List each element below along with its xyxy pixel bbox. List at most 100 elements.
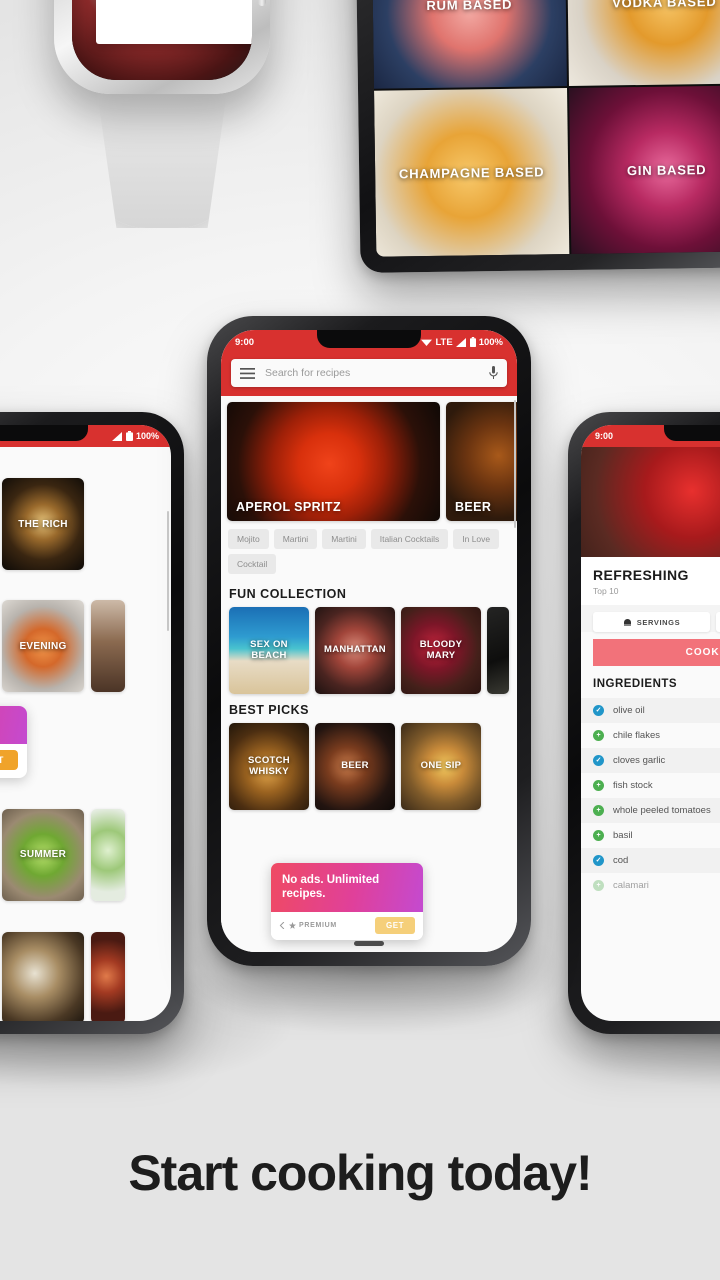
left-scrollbar[interactable] (167, 511, 169, 631)
ingredient-name: calamari (613, 880, 649, 891)
collection-tile-label: MANHATTAN (324, 644, 386, 656)
ingredient-row[interactable]: + basil (581, 823, 720, 848)
home-indicator (354, 941, 384, 946)
ingredient-row[interactable]: ✓ cloves garlic (581, 748, 720, 773)
watch-difficulty-card[interactable]: Medium (96, 0, 252, 44)
left-promo-text: nlimited (0, 706, 27, 744)
tablet-category-cell[interactable]: CHAMPAGNE BASED (374, 88, 570, 257)
check-icon[interactable]: ✓ (593, 755, 604, 766)
ingredient-row[interactable]: + whole peeled tomatoes (581, 798, 720, 823)
get-premium-button[interactable]: GET (375, 917, 415, 934)
ingredient-row[interactable]: ✓ olive oil (581, 698, 720, 723)
collection-tile[interactable] (487, 607, 509, 694)
left-tile[interactable] (2, 931, 84, 1021)
tag-chip[interactable]: Italian Cocktails (370, 529, 449, 549)
collection-tile[interactable]: BEER (315, 723, 395, 810)
search-area: Search for recipes (221, 354, 517, 396)
search-input[interactable]: Search for recipes (265, 367, 479, 379)
hero-card[interactable]: BEER (446, 402, 517, 521)
collection-tile[interactable]: BLOODY MARY (401, 607, 481, 694)
ingredient-row[interactable]: + chile flakes (581, 723, 720, 748)
ingredient-name: cloves garlic (613, 755, 666, 766)
collection-tile-label: BEER (341, 760, 369, 772)
search-bar[interactable]: Search for recipes (231, 359, 507, 387)
center-scrollbar[interactable] (514, 400, 516, 528)
tablet-category-cell[interactable]: GIN BASED (569, 85, 720, 254)
statusbar-network: LTE (435, 336, 453, 348)
servings-button[interactable]: SERVINGS (593, 612, 710, 632)
left-tile-label: SUMMER (19, 849, 67, 861)
tablet-screen: RUM BASED VODKA BASED CHAMPAGNE BASED GI… (371, 0, 720, 257)
tag-chip[interactable]: Mojito (228, 529, 269, 549)
add-icon[interactable]: + (593, 830, 604, 841)
tag-chip[interactable]: In Love (453, 529, 500, 549)
recipe-meta-row: SERVINGS (581, 605, 720, 632)
microphone-icon[interactable] (489, 366, 498, 380)
left-promo-card[interactable]: nlimited GET (0, 706, 27, 778)
tag-chip[interactable]: Cocktail (228, 554, 277, 574)
wifi-icon (421, 339, 433, 346)
add-icon[interactable]: + (593, 780, 604, 791)
collection-tile[interactable]: MANHATTAN (315, 607, 395, 694)
promo-headline: No ads. Unlimited recipes. (271, 862, 423, 912)
left-tile[interactable] (91, 931, 125, 1021)
collection-tile[interactable]: SCOTCH WHISKY (229, 723, 309, 810)
tablet-category-cell[interactable]: RUM BASED (371, 0, 567, 89)
right-phone-statusbar: 9:00 (581, 425, 720, 447)
watch-side-button[interactable] (258, 0, 266, 6)
watch-body: Medium (54, 0, 270, 94)
check-icon[interactable]: ✓ (593, 855, 604, 866)
statusbar-battery: 100% (478, 336, 503, 348)
ingredient-row[interactable]: + fish stock (581, 773, 720, 798)
center-phone-notch (317, 330, 421, 348)
signal-icon (455, 337, 466, 347)
recipe-header: REFRESHING Top 10 (581, 557, 720, 605)
left-section-title: S (0, 778, 171, 809)
center-phone-screen: 9:00 LTE 100% Search for recipes APEROL … (221, 330, 517, 952)
hero-card-label: APEROL SPRITZ (236, 500, 341, 514)
add-icon[interactable]: + (593, 805, 604, 816)
left-get-button[interactable]: GET (0, 749, 18, 770)
left-tile-label: EVENING (19, 640, 67, 652)
premium-promo-card[interactable]: No ads. Unlimited recipes. PREMIUM GET (271, 862, 423, 940)
check-icon[interactable]: ✓ (593, 705, 604, 716)
collection-tile[interactable]: ONE SIP (401, 723, 481, 810)
left-phone-battery-label: 100% (135, 431, 159, 441)
cook-time-button[interactable] (716, 612, 720, 632)
left-tile[interactable] (91, 808, 125, 901)
statusbar-indicators: LTE 100% (421, 337, 503, 348)
add-icon[interactable]: + (593, 880, 604, 891)
collection-tile[interactable]: SEX ON BEACH (229, 607, 309, 694)
ingredient-row[interactable]: ✓ cod (581, 848, 720, 873)
collection-tile-label: BLOODY MARY (419, 638, 463, 661)
watch-screen: Medium (72, 0, 252, 80)
add-icon[interactable]: + (593, 730, 604, 741)
right-phone-notch (664, 425, 720, 441)
hamburger-icon[interactable] (240, 367, 255, 379)
best-picks-row: SCOTCH WHISKY BEER ONE SIP (221, 723, 517, 810)
tablet-category-label: GIN BASED (626, 161, 707, 178)
signal-icon (111, 431, 122, 441)
content-scroll-area[interactable]: APEROL SPRITZ BEER Mojito Martini Martin… (221, 396, 517, 810)
ingredient-name: whole peeled tomatoes (613, 805, 711, 816)
recipe-title: REFRESHING (593, 567, 689, 583)
ingredient-name: olive oil (613, 705, 645, 716)
tag-chip[interactable]: Martini (322, 529, 366, 549)
ingredient-row[interactable]: + calamari (581, 873, 720, 898)
tablet-device: RUM BASED VODKA BASED CHAMPAGNE BASED GI… (355, 0, 720, 273)
tablet-category-cell[interactable]: VODKA BASED (566, 0, 720, 86)
left-tile[interactable]: EVENING (2, 600, 84, 692)
ingredient-name: chile flakes (613, 730, 660, 741)
chevron-left-icon[interactable] (279, 922, 286, 929)
start-cooking-button[interactable]: COOKING (593, 639, 720, 666)
tag-chip-row: Mojito Martini Martini Italian Cocktails… (221, 521, 517, 578)
left-tile[interactable] (91, 600, 125, 692)
tag-chip[interactable]: Martini (273, 529, 318, 549)
left-tile[interactable]: THE RICH (2, 478, 84, 570)
hero-card[interactable]: APEROL SPRITZ (227, 402, 440, 521)
left-tile[interactable]: SUMMER (2, 808, 84, 901)
left-phone-notch (0, 425, 88, 441)
chef-hat-icon (623, 618, 631, 626)
watch-band (95, 78, 229, 228)
collection-tile-label: SCOTCH WHISKY (248, 754, 290, 777)
